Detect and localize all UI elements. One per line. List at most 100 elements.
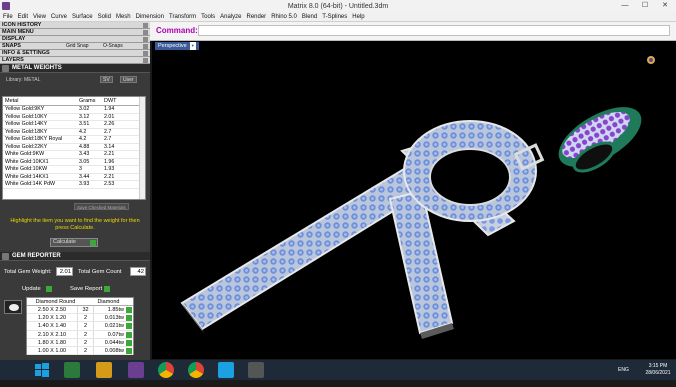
chrome-icon-2[interactable] — [188, 362, 204, 378]
gem-size: 1.00 X 1.00 — [37, 347, 67, 354]
select-go-icon[interactable] — [126, 339, 132, 346]
collapse-icon[interactable] — [143, 44, 148, 49]
menu-analyze[interactable]: Analyze — [220, 14, 241, 20]
save-checked-materials-button[interactable]: Save Checked Materials — [74, 203, 129, 210]
menu-render[interactable]: Render — [247, 14, 267, 20]
app-icon[interactable] — [218, 362, 234, 378]
library-user-chip[interactable]: User — [120, 76, 137, 83]
perspective-viewport[interactable]: Perspective ▼ — [152, 41, 676, 359]
metal-name: White Gold:10KW — [5, 166, 48, 172]
menu-edit[interactable]: Edit — [18, 14, 28, 20]
menu-tsplines[interactable]: T-Splines — [322, 14, 347, 20]
menu-curve[interactable]: Curve — [51, 14, 67, 20]
maximize-button[interactable]: ☐ — [636, 0, 654, 12]
chrome-icon[interactable] — [158, 362, 174, 378]
select-go-icon[interactable] — [126, 307, 132, 313]
table-row[interactable]: 1.00 X 1.00 2 0.008tw — [27, 346, 133, 356]
update-button[interactable]: Update — [22, 286, 41, 292]
metal-weights-title: METAL WEIGHTS — [12, 65, 62, 71]
table-row[interactable]: White Gold:14K PdW 3.93 2.53 — [3, 181, 145, 189]
save-report-button[interactable]: Save Report — [70, 286, 102, 292]
menu-dimension[interactable]: Dimension — [136, 14, 164, 20]
select-go-icon[interactable] — [126, 347, 132, 354]
gem-weight: 1.85tw — [93, 306, 125, 314]
matrix-taskbar-icon[interactable] — [128, 362, 144, 378]
menu-transform[interactable]: Transform — [169, 14, 196, 20]
collapse-icon[interactable] — [143, 51, 148, 56]
metal-name: Yellow Gold:18KY Royal — [5, 136, 63, 142]
table-row[interactable]: Yellow Gold:22KY 4.88 3.14 — [3, 144, 145, 151]
windows-start-icon[interactable] — [34, 362, 50, 378]
section-snaps[interactable]: SNAPS Grid Snap O-Snaps — [0, 43, 150, 50]
gem-stats: Total Gem Weight: 2.01 Total Gem Count 4… — [0, 267, 150, 277]
table-row[interactable]: 1.20 X 1.20 2 0.013tw — [27, 314, 133, 323]
metal-name: Yellow Gold:18KY — [5, 128, 48, 135]
menu-view[interactable]: View — [33, 14, 46, 20]
title-bar: Matrix 8.0 (64-bit) - Untitled.3dm — ☐ ✕ — [0, 0, 676, 12]
gem-reporter-header[interactable]: GEM REPORTER — [0, 252, 150, 261]
view-gumball-icon[interactable] — [647, 56, 655, 64]
menu-solid[interactable]: Solid — [98, 14, 111, 20]
close-button[interactable]: ✕ — [656, 0, 674, 12]
minimize-button[interactable]: — — [616, 0, 634, 12]
clock[interactable]: 3:15 PM 28/06/2021 — [642, 363, 674, 383]
table-row[interactable]: White Gold:14KX1 3.44 2.21 — [3, 173, 145, 181]
menu-bar: File Edit View Curve Surface Solid Mesh … — [0, 12, 676, 22]
menu-file[interactable]: File — [3, 14, 13, 20]
grams-value: 3.44 — [79, 173, 90, 180]
metal-name: Yellow Gold:14KY — [5, 121, 48, 127]
table-row[interactable]: 1.80 X 1.80 2 0.044tw — [27, 338, 133, 347]
menu-tools[interactable]: Tools — [201, 14, 215, 20]
metal-name: White Gold:14K PdW — [5, 181, 56, 187]
table-row[interactable]: Yellow Gold:9KY 3.02 1.94 — [3, 106, 145, 114]
grams-value: 3.05 — [79, 158, 90, 165]
osnaps-toggle[interactable]: O-Snaps — [103, 43, 123, 50]
table-row[interactable]: Yellow Gold:18KY Royal 4.2 2.7 — [3, 136, 145, 144]
section-layers[interactable]: LAYERS — [0, 57, 150, 64]
excel-icon[interactable] — [64, 362, 80, 378]
table-row[interactable]: Yellow Gold:18KY 4.2 2.7 — [3, 128, 145, 136]
table-row[interactable]: 2.50 X 2.50 32 1.85tw — [27, 306, 133, 315]
folder-icon[interactable] — [96, 362, 112, 378]
menu-surface[interactable]: Surface — [72, 14, 93, 20]
table-row[interactable]: White Gold:9KW 3.43 2.21 — [3, 151, 145, 159]
section-info-settings[interactable]: INFO & SETTINGS — [0, 50, 150, 57]
menu-blend[interactable]: Blend — [302, 14, 317, 20]
save-report-go-icon[interactable] — [104, 286, 110, 292]
dwt-value: 2.53 — [104, 181, 115, 187]
table-row[interactable]: 1.40 X 1.40 2 0.021tw — [27, 322, 133, 331]
command-input[interactable] — [198, 25, 670, 36]
section-icon-history[interactable]: ICON HISTORY — [0, 22, 150, 29]
gear-icon[interactable] — [248, 362, 264, 378]
gem-reporter-title: GEM REPORTER — [12, 253, 61, 259]
section-label: LAYERS — [2, 57, 24, 63]
table-row[interactable]: 2.10 X 2.10 2 0.07tw — [27, 330, 133, 339]
table-row[interactable]: White Gold:10KX1 3.05 1.96 — [3, 158, 145, 166]
menu-mesh[interactable]: Mesh — [116, 14, 131, 20]
language-indicator[interactable]: ENG — [618, 367, 629, 387]
select-go-icon[interactable] — [126, 323, 132, 330]
dwt-value: 2.7 — [104, 136, 112, 142]
table-row[interactable]: Yellow Gold:10KY 3.12 2.01 — [3, 114, 145, 121]
metal-weights-header[interactable]: METAL WEIGHTS — [0, 64, 150, 73]
table-scrollbar[interactable] — [139, 97, 145, 199]
section-display[interactable]: DISPLAY — [0, 36, 150, 43]
section-main-menu[interactable]: MAIN MENU — [0, 29, 150, 36]
update-go-icon[interactable] — [46, 286, 52, 292]
ring-model[interactable] — [549, 95, 651, 179]
select-go-icon[interactable] — [126, 315, 132, 322]
collapse-icon[interactable] — [143, 23, 148, 28]
menu-help[interactable]: Help — [352, 14, 364, 20]
ankh-pendant-model[interactable] — [152, 41, 676, 359]
collapse-icon[interactable] — [143, 30, 148, 35]
collapse-icon[interactable] — [143, 58, 148, 63]
select-go-icon[interactable] — [126, 331, 132, 338]
calculate-button[interactable]: Calculate — [50, 238, 98, 247]
grid-snap-toggle[interactable]: Grid Snap — [66, 43, 89, 50]
menu-rhino[interactable]: Rhino 5.0 — [271, 14, 297, 20]
collapse-icon[interactable] — [143, 37, 148, 42]
gem-weight: 0.07tw — [93, 330, 125, 338]
table-row[interactable]: White Gold:10KW 3 1.93 — [3, 166, 145, 174]
table-row[interactable]: Yellow Gold:14KY 3.51 2.26 — [3, 121, 145, 129]
library-sv-chip[interactable]: SV — [100, 76, 113, 83]
